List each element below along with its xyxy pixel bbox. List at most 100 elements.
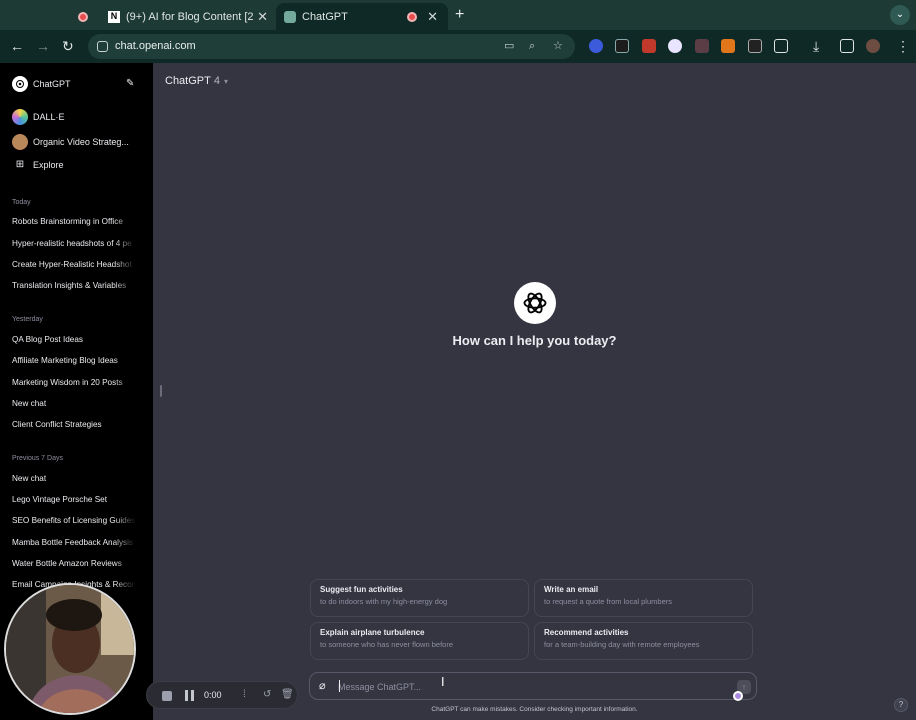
browser-tab-chatgpt[interactable]: ChatGPT ✕ [276,3,448,30]
chatgpt-logo-icon [514,282,556,324]
assistant-bubble-icon[interactable] [733,691,743,701]
suggestion-card[interactable]: Suggest fun activities to do indoors wit… [310,579,529,617]
new-tab-icon[interactable]: + [455,6,464,24]
browser-menu-icon[interactable]: ⋮ [896,38,910,54]
text-cursor-icon: I [441,675,445,689]
suggestion-subtitle: to request a quote from local plumbers [544,597,672,606]
suggestion-title: Write an email [544,585,599,594]
history-item[interactable]: Translation Insights & Variables [12,281,136,290]
chevron-down-icon: ▾ [223,76,228,86]
tab-close-icon[interactable]: ✕ [253,9,272,25]
extension-k-icon[interactable] [695,39,709,53]
pause-recording-button[interactable] [185,690,194,701]
history-section-previous-7-days: Previous 7 Days [12,455,63,462]
extension-icon[interactable] [589,39,603,53]
extension-badge-icon[interactable] [642,39,656,53]
sidebar-gpt-dalle[interactable]: DALL·E [12,109,65,125]
side-panel-icon[interactable] [840,39,854,53]
notion-icon: N [108,10,120,23]
history-item[interactable]: New chat [12,399,136,408]
recording-timer: 0:00 [204,690,222,700]
extensions-puzzle-icon[interactable] [774,39,788,53]
recording-indicator-icon [78,11,88,22]
suggestion-card[interactable]: Recommend activities for a team-building… [534,622,753,660]
forward-arrow-icon[interactable]: → [36,38,50,54]
sidebar-resize-handle[interactable] [160,385,162,397]
suggestion-title: Explain airplane turbulence [320,628,425,637]
suggestion-title: Recommend activities [544,628,629,637]
history-item[interactable]: Marketing Wisdom in 20 Posts [12,378,136,387]
camera-icon[interactable]: ▭ [504,40,516,52]
history-item[interactable]: Create Hyper-Realistic Headshot [12,260,136,269]
bookmark-star-icon[interactable]: ☆ [553,40,565,52]
chatgpt-icon [284,10,296,23]
browser-tab-strip: N (9+) AI for Blog Content [25 F ✕ ChatG… [0,0,916,30]
suggestion-subtitle: to someone who has never flown before [320,640,453,649]
tab-search-chevron-icon[interactable]: ⌄ [890,5,910,25]
history-item[interactable]: Robots Brainstorming in Office [12,217,136,226]
sidebar-gpt-label: Organic Video Strateg... [33,137,129,147]
sidebar-new-chat-row[interactable]: ChatGPT [12,76,71,92]
sidebar-explore[interactable]: ⊞ Explore [12,159,64,170]
browser-tab-notion[interactable]: N (9+) AI for Blog Content [25 F ✕ [100,3,272,30]
recording-indicator-icon [407,11,418,22]
history-item[interactable]: SEO Benefits of Licensing Guides [12,516,136,525]
model-selector[interactable]: ChatGPT 4 ▾ [165,75,228,87]
site-info-icon[interactable] [97,41,108,52]
history-item[interactable]: Hyper-realistic headshots of 4 pe [12,239,136,248]
browser-tab-recording[interactable] [70,3,100,30]
extension-icon[interactable] [668,39,682,53]
chatgpt-logo-icon [12,76,28,92]
history-item[interactable]: Water Bottle Amazon Reviews [12,559,136,568]
restart-icon[interactable]: ↺ [263,689,271,701]
tab-label: ChatGPT [302,10,348,23]
url-text: chat.openai.com [115,40,196,52]
help-button[interactable]: ? [894,698,908,712]
webcam-person-image [6,585,134,713]
recording-control-bar: 0:00 ⁞ ↺ 🗑 [146,681,298,709]
grid-icon: ⊞ [15,159,25,170]
stop-recording-button[interactable] [162,691,172,701]
greeting-title: How can I help you today? [452,333,617,348]
tab-close-icon[interactable]: ✕ [423,9,442,25]
back-arrow-icon[interactable]: ← [10,38,24,54]
metamask-icon[interactable] [721,39,735,53]
message-composer: ⌀ ↑ [309,672,757,700]
sidebar-gpt-organic-video[interactable]: Organic Video Strateg... [12,134,129,150]
history-item[interactable]: QA Blog Post Ideas [12,335,136,344]
extension-icon[interactable] [748,39,762,53]
history-item[interactable]: Lego Vintage Porsche Set [12,495,136,504]
suggestion-subtitle: for a team-building day with remote empl… [544,640,700,649]
reload-icon[interactable]: ↻ [62,38,74,54]
suggestion-subtitle: to do indoors with my high-energy dog [320,597,448,606]
zoom-icon[interactable]: ⌕ [529,40,541,52]
tab-label: (9+) AI for Blog Content [25 F [126,10,254,23]
sidebar-explore-label: Explore [33,159,64,170]
extension-layers-icon[interactable] [615,39,629,53]
sidebar-gpt-label: DALL·E [33,112,65,122]
webcam-overlay[interactable] [4,583,136,715]
history-item[interactable]: Mamba Bottle Feedback Analysis [12,538,136,547]
dalle-icon [12,109,28,125]
new-chat-compose-icon[interactable]: ✎ [126,79,136,89]
browser-toolbar: ← → ↻ chat.openai.com ▭ ⌕ ☆ ⤓ ⋮ [0,30,916,63]
suggestion-card[interactable]: Explain airplane turbulence to someone w… [310,622,529,660]
paperclip-attach-icon[interactable]: ⌀ [319,680,326,692]
history-item[interactable]: New chat [12,474,136,483]
message-input[interactable] [338,678,698,695]
suggestion-card[interactable]: Write an email to request a quote from l… [534,579,753,617]
gpt-avatar [12,134,28,150]
history-item[interactable]: Affiliate Marketing Blog Ideas [12,356,136,365]
history-item[interactable]: Client Conflict Strategies [12,420,136,429]
address-bar[interactable]: chat.openai.com ▭ ⌕ ☆ [88,34,575,59]
history-section-today: Today [12,199,31,206]
profile-avatar[interactable] [866,39,880,53]
download-icon[interactable]: ⤓ [813,38,819,54]
model-version: 4 [213,75,220,87]
trash-icon[interactable]: 🗑 [281,689,294,701]
suggestion-title: Suggest fun activities [320,585,403,594]
model-name: ChatGPT [165,75,211,87]
grid-dots-icon[interactable]: ⁞ [243,689,246,701]
chat-main: ChatGPT 4 ▾ How can I help you today? Su… [153,63,916,720]
sidebar-app-name: ChatGPT [33,79,71,89]
